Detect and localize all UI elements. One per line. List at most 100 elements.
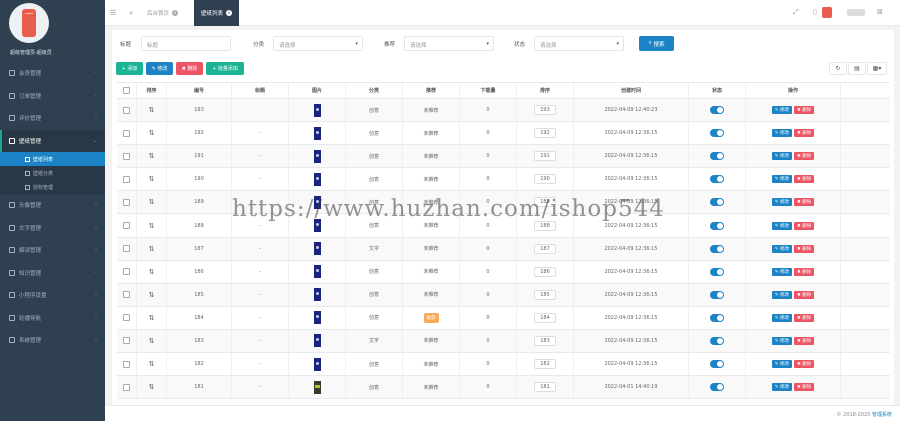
status-toggle[interactable] bbox=[710, 221, 724, 230]
wallpaper-thumbnail[interactable] bbox=[313, 103, 321, 117]
sort-input[interactable]: 186 bbox=[534, 266, 556, 277]
delete-button[interactable]: ✖ 删除 bbox=[176, 62, 203, 75]
row-delete-button[interactable]: ✖ 删除 bbox=[794, 152, 815, 161]
columns-icon[interactable]: ▦▾ bbox=[867, 62, 887, 75]
category-filter-select[interactable]: 请选择 ▾ bbox=[273, 36, 363, 51]
sidebar-item[interactable]: 壁纸管理 ⌄ bbox=[0, 129, 105, 152]
sort-handle-icon[interactable]: ⇅ bbox=[149, 360, 155, 368]
wallpaper-thumbnail[interactable] bbox=[313, 195, 321, 209]
table-row[interactable]: ⇅ 187 - 文字 未推荐 0 187 2022-04-09 12:36:15 ✎ 修改 ✖ 删… bbox=[117, 237, 890, 261]
sort-handle-icon[interactable]: ⇅ bbox=[149, 314, 155, 322]
toggle-view-icon[interactable]: ▤ bbox=[848, 62, 866, 75]
sort-handle-icon[interactable]: ⇅ bbox=[149, 268, 155, 276]
column-header[interactable]: 编号 bbox=[167, 83, 232, 98]
search-button[interactable]: ⌕ 搜索 bbox=[639, 36, 674, 51]
submenu-item[interactable]: 壁纸列表 bbox=[0, 152, 105, 166]
title-filter-input[interactable]: 标题 bbox=[141, 36, 231, 51]
sort-input[interactable]: 193 bbox=[534, 105, 556, 116]
status-toggle[interactable] bbox=[710, 106, 724, 115]
wallpaper-thumbnail[interactable] bbox=[313, 172, 321, 186]
row-checkbox[interactable] bbox=[123, 152, 130, 160]
row-checkbox[interactable] bbox=[123, 268, 130, 276]
user-name[interactable]: 超级管理员-超级员 bbox=[10, 49, 52, 56]
wallpaper-thumbnail[interactable] bbox=[313, 288, 321, 302]
close-tabs-icon[interactable]: ⊠ bbox=[877, 8, 883, 16]
row-checkbox[interactable] bbox=[123, 175, 130, 183]
row-edit-button[interactable]: ✎ 修改 bbox=[771, 175, 792, 184]
avatar[interactable] bbox=[9, 3, 49, 43]
sort-handle-icon[interactable]: ⇅ bbox=[149, 175, 155, 183]
column-header[interactable] bbox=[117, 83, 137, 98]
status-toggle[interactable] bbox=[710, 360, 724, 369]
row-edit-button[interactable]: ✎ 修改 bbox=[771, 360, 792, 369]
footer-link[interactable]: 管理系统 bbox=[872, 412, 892, 418]
row-checkbox[interactable] bbox=[123, 360, 130, 368]
batch-add-button[interactable]: + 批量添加 bbox=[206, 62, 244, 75]
row-edit-button[interactable]: ✎ 修改 bbox=[771, 198, 792, 207]
column-header[interactable]: 下载量 bbox=[460, 83, 517, 98]
row-delete-button[interactable]: ✖ 删除 bbox=[794, 267, 815, 276]
sort-input[interactable]: 187 bbox=[534, 243, 556, 254]
row-checkbox[interactable] bbox=[123, 337, 130, 345]
row-edit-button[interactable]: ✎ 修改 bbox=[771, 106, 792, 115]
row-delete-button[interactable]: ✖ 删除 bbox=[794, 129, 815, 138]
row-edit-button[interactable]: ✎ 修改 bbox=[771, 313, 792, 322]
sort-handle-icon[interactable]: ⇅ bbox=[149, 129, 155, 137]
row-checkbox[interactable] bbox=[123, 198, 130, 206]
sort-handle-icon[interactable]: ⇅ bbox=[149, 198, 155, 206]
row-edit-button[interactable]: ✎ 修改 bbox=[771, 221, 792, 230]
column-header[interactable]: 操作 bbox=[746, 83, 841, 98]
column-header[interactable]: 标题 bbox=[232, 83, 289, 98]
sidebar-item[interactable]: 评价管理 ‹ bbox=[0, 107, 105, 130]
sort-input[interactable]: 181 bbox=[534, 382, 556, 393]
refresh-icon[interactable]: ↻ bbox=[829, 62, 847, 75]
table-row[interactable]: ⇅ 188 - 创意 未推荐 0 188 2022-04-09 12:36:15 ✎ 修改 ✖ 删… bbox=[117, 214, 890, 238]
column-header[interactable]: 图片 bbox=[289, 83, 346, 98]
menu-toggle-icon[interactable]: ☰ bbox=[110, 9, 116, 17]
wallpaper-thumbnail[interactable] bbox=[313, 334, 321, 348]
tab-home[interactable]: 后台首页 × bbox=[140, 0, 185, 26]
row-delete-button[interactable]: ✖ 删除 bbox=[794, 175, 815, 184]
row-edit-button[interactable]: ✎ 修改 bbox=[771, 290, 792, 299]
row-edit-button[interactable]: ✎ 修改 bbox=[771, 336, 792, 345]
status-toggle[interactable] bbox=[710, 175, 724, 184]
add-button[interactable]: + 添加 bbox=[116, 62, 143, 75]
sort-input[interactable]: 183 bbox=[534, 335, 556, 346]
sidebar-item[interactable]: 订单管理 ‹ bbox=[0, 85, 105, 108]
sort-input[interactable]: 192 bbox=[534, 128, 556, 139]
table-row[interactable]: ⇅ 189 - 创意 未推荐 0 189 2022-04-09 12:36:15 ✎ 修改 ✖ 删… bbox=[117, 191, 890, 215]
column-header[interactable]: 排序 bbox=[517, 83, 574, 98]
submenu-item[interactable]: 壁纸分类 bbox=[0, 166, 105, 180]
sort-input[interactable]: 191 bbox=[534, 151, 556, 162]
fullscreen-icon[interactable]: ⤢ bbox=[793, 8, 799, 17]
status-toggle[interactable] bbox=[710, 152, 724, 161]
sort-handle-icon[interactable]: ⇅ bbox=[149, 291, 155, 299]
column-header[interactable]: 推荐 bbox=[403, 83, 460, 98]
wallpaper-thumbnail[interactable] bbox=[313, 126, 321, 140]
row-delete-button[interactable]: ✖ 删除 bbox=[794, 360, 815, 369]
submenu-item[interactable]: 授权管理 bbox=[0, 180, 105, 194]
status-toggle[interactable] bbox=[710, 383, 724, 392]
sidebar-item[interactable]: 小程序设置 ‹ bbox=[0, 284, 105, 307]
row-delete-button[interactable]: ✖ 删除 bbox=[794, 383, 815, 392]
table-row[interactable]: ⇅ 184 - 创意 推荐 0 184 2022-04-09 12:36:15 ✎ 修改 ✖ 删除 bbox=[117, 306, 890, 330]
user-menu[interactable] bbox=[847, 9, 865, 16]
row-edit-button[interactable]: ✎ 修改 bbox=[771, 383, 792, 392]
sort-input[interactable]: 182 bbox=[534, 359, 556, 370]
row-checkbox[interactable] bbox=[123, 245, 130, 253]
row-checkbox[interactable] bbox=[123, 129, 130, 137]
status-toggle[interactable] bbox=[710, 336, 724, 345]
column-header[interactable]: 状态 bbox=[689, 83, 746, 98]
column-header[interactable]: 分类 bbox=[346, 83, 403, 98]
table-row[interactable]: ⇅ 186 - 创意 未推荐 0 186 2022-04-09 12:36:15 ✎ 修改 ✖ 删… bbox=[117, 260, 890, 284]
sidebar-item[interactable]: 系统管理 ‹ bbox=[0, 329, 105, 352]
sidebar-item[interactable]: 会员管理 ‹ bbox=[0, 62, 105, 85]
sidebar-item[interactable]: 轮播导航 ‹ bbox=[0, 307, 105, 330]
row-delete-button[interactable]: ✖ 删除 bbox=[794, 313, 815, 322]
sidebar-item[interactable]: 文字管理 ‹ bbox=[0, 217, 105, 240]
row-checkbox[interactable] bbox=[123, 106, 130, 114]
sort-handle-icon[interactable]: ⇅ bbox=[149, 152, 155, 160]
sort-handle-icon[interactable]: ⇅ bbox=[149, 245, 155, 253]
table-row[interactable]: ⇅ 181 - 创意 未推荐 0 181 2022-04-01 14:40:19 ✎ 修改 ✖ 删… bbox=[117, 376, 890, 400]
sort-input[interactable]: 184 bbox=[534, 312, 556, 323]
